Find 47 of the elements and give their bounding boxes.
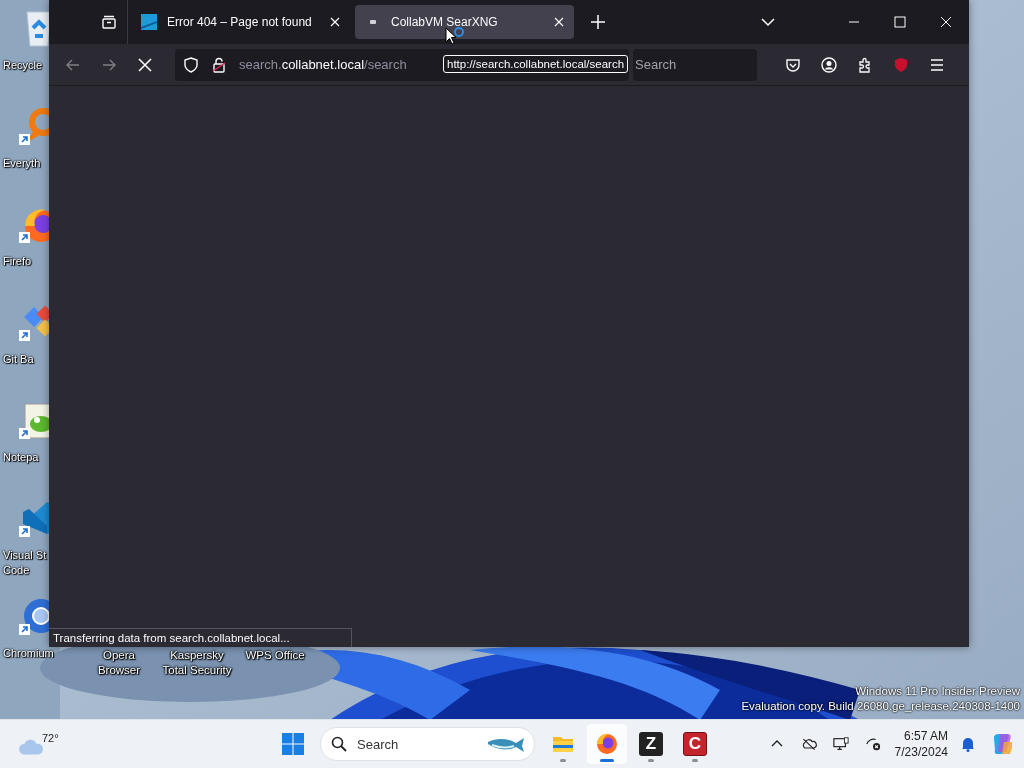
close-icon[interactable] bbox=[330, 17, 340, 27]
loading-icon bbox=[370, 20, 376, 24]
clock-date[interactable]: 7/23/2024 bbox=[894, 744, 948, 760]
site-icon bbox=[141, 14, 157, 30]
taskbar-app[interactable]: C bbox=[675, 724, 715, 764]
tab-list-icon[interactable] bbox=[101, 14, 117, 30]
lock-icon[interactable] bbox=[211, 56, 227, 73]
icon-label: Visual St Code bbox=[3, 548, 47, 578]
watermark-text: Windows 11 Pro Insider Preview bbox=[855, 684, 1020, 699]
close-icon[interactable] bbox=[940, 16, 952, 28]
search-field[interactable]: Search bbox=[320, 727, 535, 761]
url-text: search.collabnet.local/search bbox=[239, 57, 407, 72]
firefox-icon bbox=[595, 732, 619, 756]
puzzle-icon[interactable] bbox=[857, 56, 873, 73]
icon-label: Recycle bbox=[3, 58, 43, 73]
icon-label: Everyth bbox=[3, 156, 41, 171]
icon-label: Notepa bbox=[3, 450, 39, 465]
icon-label: WPS Office bbox=[244, 648, 306, 663]
monitor-icon[interactable] bbox=[832, 736, 849, 752]
link-tooltip: http://search.collabnet.local/search bbox=[443, 55, 629, 73]
pocket-icon[interactable] bbox=[785, 56, 801, 73]
icon-label: Kaspersky Total Security bbox=[161, 648, 233, 678]
search-field[interactable]: Search bbox=[633, 48, 757, 81]
search-icon bbox=[331, 736, 347, 752]
weather-temperature[interactable]: 72° bbox=[42, 732, 59, 744]
busy-cursor-icon bbox=[445, 27, 467, 47]
status-text: Transferring data from search.collabnet.local... bbox=[49, 628, 352, 647]
bell-icon[interactable] bbox=[960, 736, 976, 752]
cloud-off-icon[interactable] bbox=[800, 736, 817, 752]
browser-tab[interactable]: Error 404 – Page not found bbox=[131, 5, 350, 39]
icon-label: Opera Browser bbox=[96, 648, 142, 678]
menu-icon[interactable] bbox=[929, 56, 945, 73]
close-icon[interactable] bbox=[554, 17, 564, 27]
network-off-icon[interactable] bbox=[864, 736, 881, 752]
clock-time[interactable]: 6:57 AM bbox=[903, 728, 948, 744]
icon-label: Firefo bbox=[3, 254, 32, 269]
account-icon[interactable] bbox=[821, 56, 837, 73]
browser-tab[interactable]: CollabVM SearXNG bbox=[355, 5, 574, 39]
stop-icon[interactable] bbox=[137, 56, 153, 73]
taskbar-app[interactable] bbox=[587, 724, 627, 764]
maximize-icon[interactable] bbox=[894, 16, 906, 28]
icon-label: Git Ba bbox=[3, 352, 34, 367]
new-tab-icon[interactable] bbox=[590, 14, 606, 30]
icon-label: Chromium bbox=[3, 646, 54, 661]
taskbar-app[interactable]: Z bbox=[631, 724, 671, 764]
shield-icon[interactable] bbox=[183, 56, 199, 73]
watermark-text: Evaluation copy. Build 26080.ge_release.240308-1400 bbox=[741, 699, 1020, 714]
